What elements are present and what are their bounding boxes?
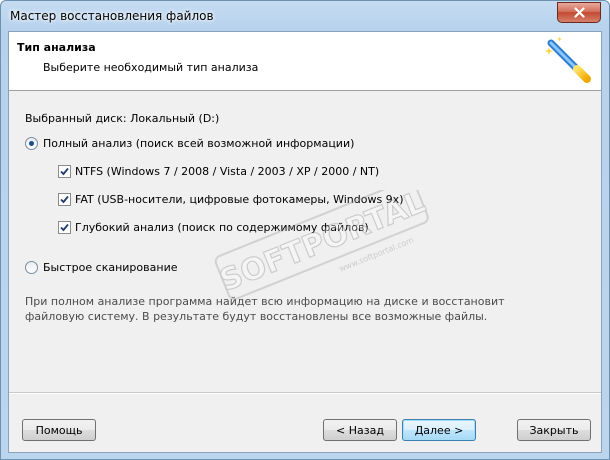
magic-wand-icon	[545, 37, 591, 83]
checkbox-fat[interactable]: FAT (USB-носители, цифровые фотокамеры, …	[58, 193, 403, 206]
checkbox-deep-analysis-label: Глубокий анализ (поиск по содержимому фа…	[75, 221, 369, 234]
checkbox-ntfs-label: NTFS (Windows 7 / 2008 / Vista / 2003 / …	[75, 165, 380, 178]
wizard-header: Тип анализа Выберите необходимый тип ана…	[9, 32, 601, 91]
checkbox-deep-analysis-box[interactable]	[58, 221, 71, 234]
radio-full-analysis[interactable]: Полный анализ (поиск всей возможной инфо…	[25, 137, 354, 150]
checkbox-fat-box[interactable]	[58, 193, 71, 206]
next-button[interactable]: Далее >	[402, 419, 476, 441]
page-subtitle: Выберите необходимый тип анализа	[43, 61, 259, 74]
title-bar[interactable]: Мастер восстановления файлов	[1, 1, 609, 31]
checkbox-fat-label: FAT (USB-носители, цифровые фотокамеры, …	[75, 193, 404, 206]
dialog-body: Тип анализа Выберите необходимый тип ана…	[8, 31, 602, 453]
radio-quick-scan-button[interactable]	[25, 261, 38, 274]
wizard-window: Мастер восстановления файлов Тип анализа…	[0, 0, 610, 460]
watermark-brand: SOFTPORTAL	[215, 190, 430, 299]
checkbox-deep-analysis[interactable]: Глубокий анализ (поиск по содержимому фа…	[58, 221, 369, 234]
radio-quick-scan-label: Быстрое сканирование	[43, 261, 178, 274]
radio-full-analysis-button[interactable]	[25, 137, 38, 150]
page-title: Тип анализа	[17, 41, 96, 54]
selected-disk-label: Выбранный диск: Локальный (D:)	[25, 112, 220, 125]
close-window-button[interactable]	[557, 2, 601, 23]
footer-divider	[9, 392, 601, 394]
checkbox-ntfs[interactable]: NTFS (Windows 7 / 2008 / Vista / 2003 / …	[58, 165, 379, 178]
help-button[interactable]: Помощь	[22, 419, 96, 441]
close-button[interactable]: Закрыть	[517, 419, 591, 441]
info-text: При полном анализе программа найдет всю …	[25, 295, 505, 323]
radio-quick-scan[interactable]: Быстрое сканирование	[25, 261, 177, 274]
softportal-watermark: SOFTPORTAL TM www.softportal.com	[215, 190, 431, 300]
checkbox-ntfs-box[interactable]	[58, 165, 71, 178]
window-title: Мастер восстановления файлов	[10, 9, 214, 23]
radio-full-analysis-label: Полный анализ (поиск всей возможной инфо…	[43, 137, 355, 150]
close-icon	[573, 7, 585, 18]
watermark-url: www.softportal.com	[338, 235, 415, 273]
back-button[interactable]: < Назад	[323, 419, 397, 441]
